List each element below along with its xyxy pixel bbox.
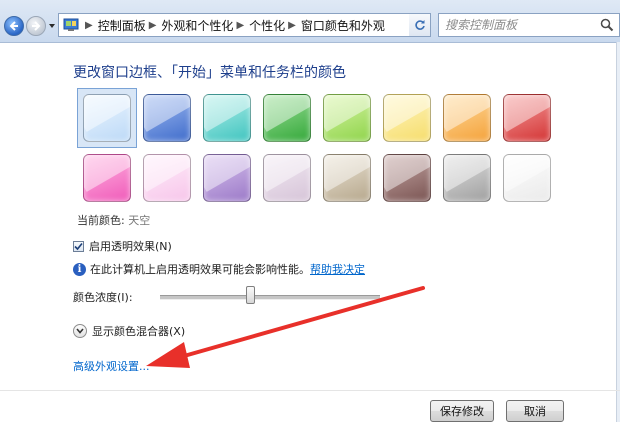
color-swatch-tile[interactable] [263,154,311,202]
color-swatch-tile[interactable] [83,154,131,202]
search-input[interactable] [445,18,595,32]
color-swatch-tile[interactable] [323,154,371,202]
color-swatch-tile[interactable] [383,154,431,202]
transparency-checkbox[interactable] [73,240,84,252]
advanced-appearance-link[interactable]: 高级外观设置... [73,358,150,374]
color-swatch-tile[interactable] [143,94,191,142]
color-intensity-slider[interactable] [160,295,380,300]
color-swatch-tile[interactable] [323,94,371,142]
color-swatch[interactable] [377,148,437,208]
info-icon: i [73,262,86,276]
color-swatch-grid [77,88,557,208]
current-color-label: 当前颜色: [77,214,125,227]
arrow-left-icon [9,21,18,31]
breadcrumb-separator-icon[interactable]: ▶ [149,20,157,31]
color-swatch[interactable] [377,88,437,148]
breadcrumb-separator-icon[interactable]: ▶ [236,20,244,31]
help-me-decide-link[interactable]: 帮助我决定 [310,261,365,277]
color-intensity-label: 颜色浓度(I): [73,291,133,304]
breadcrumb-separator-icon[interactable]: ▶ [85,20,93,31]
color-mixer-toggle[interactable]: 显示颜色混合器(X) [73,323,185,339]
window-edge [616,42,620,422]
color-swatch-tile[interactable] [263,94,311,142]
breadcrumb-control-panel[interactable]: 控制面板 [98,17,146,34]
color-swatch[interactable] [437,88,497,148]
performance-note: i 在此计算机上启用透明效果可能会影响性能。 帮助我决定 [73,261,365,277]
color-intensity-slider-thumb[interactable] [246,286,256,304]
color-swatch[interactable] [497,88,557,148]
cancel-button[interactable]: 取消 [506,400,564,422]
breadcrumb-appearance[interactable]: 外观和个性化 [161,17,233,34]
color-swatch-tile[interactable] [443,154,491,202]
color-swatch-tile[interactable] [203,154,251,202]
color-swatch[interactable] [497,148,557,208]
color-mixer-label[interactable]: 显示颜色混合器(X) [92,323,185,339]
transparency-label[interactable]: 启用透明效果(N) [89,238,172,254]
color-swatch[interactable] [137,148,197,208]
color-swatch[interactable] [317,88,377,148]
color-swatch[interactable] [257,88,317,148]
current-color: 当前颜色: 天空 [77,212,150,228]
refresh-icon [414,20,425,30]
refresh-button[interactable] [409,13,431,37]
page-title: 更改窗口边框、「开始」菜单和任务栏的颜色 [73,65,346,81]
breadcrumb-separator-icon[interactable]: ▶ [288,20,296,31]
recent-pages-dropdown-icon[interactable] [48,22,56,30]
color-swatch[interactable] [77,88,137,148]
checkmark-icon [74,242,83,250]
color-swatch-tile[interactable] [443,94,491,142]
address-bar[interactable]: ▶ 控制面板 ▶ 外观和个性化 ▶ 个性化 ▶ 窗口颜色和外观 [58,13,431,37]
color-swatch[interactable] [317,148,377,208]
color-swatch[interactable] [197,88,257,148]
color-swatch-tile[interactable] [143,154,191,202]
forward-button[interactable] [26,16,46,36]
current-color-value: 天空 [128,214,151,227]
color-swatch[interactable] [137,88,197,148]
arrow-right-icon [32,21,41,31]
address-toolbar: ▶ 控制面板 ▶ 外观和个性化 ▶ 个性化 ▶ 窗口颜色和外观 [0,0,620,43]
transparency-option[interactable]: 启用透明效果(N) [73,238,172,254]
back-button[interactable] [4,16,24,36]
color-swatch-tile[interactable] [503,154,551,202]
color-swatch[interactable] [77,148,137,208]
color-swatch-tile[interactable] [83,94,131,142]
color-swatch[interactable] [197,148,257,208]
color-swatch[interactable] [437,148,497,208]
performance-note-text: 在此计算机上启用透明效果可能会影响性能。 [90,263,310,276]
color-swatch[interactable] [257,148,317,208]
chevron-down-icon[interactable] [73,324,87,338]
control-panel-icon [63,18,79,31]
breadcrumb-window-color[interactable]: 窗口颜色和外观 [301,17,385,34]
dialog-footer: 保存修改 取消 [0,390,620,423]
color-swatch-tile[interactable] [203,94,251,142]
color-swatch-tile[interactable] [503,94,551,142]
color-swatch-tile[interactable] [383,94,431,142]
search-icon[interactable] [600,18,614,32]
search-box[interactable] [438,13,620,37]
save-changes-button[interactable]: 保存修改 [430,400,494,422]
breadcrumb-personalization[interactable]: 个性化 [249,17,285,34]
